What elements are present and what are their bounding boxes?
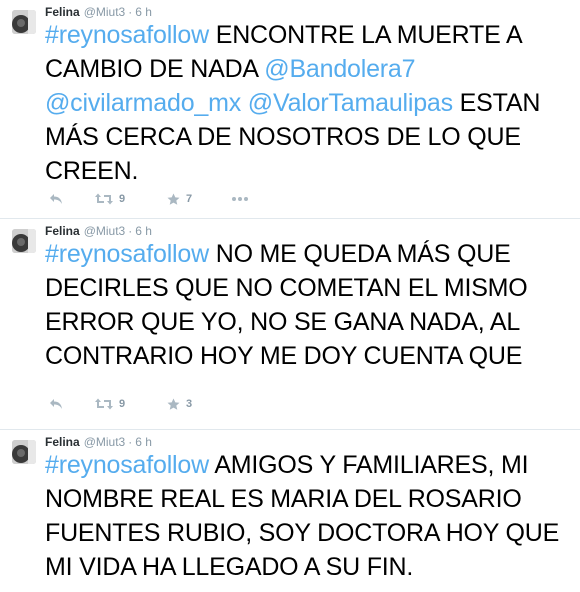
retweet-button[interactable]: 9 xyxy=(95,189,125,209)
star-icon xyxy=(167,193,180,205)
user-handle[interactable]: @Miut3 xyxy=(84,435,126,449)
favorite-button[interactable]: 7 xyxy=(167,189,192,209)
reply-button[interactable] xyxy=(49,189,63,209)
tweet-text-segment xyxy=(241,89,248,117)
reply-icon xyxy=(50,399,62,409)
separator: · xyxy=(128,224,133,238)
reply-button[interactable] xyxy=(49,394,63,414)
user-fullname[interactable]: Felina xyxy=(45,224,80,238)
star-icon xyxy=(167,398,180,410)
user-handle[interactable]: @Miut3 xyxy=(84,5,126,19)
avatar[interactable] xyxy=(12,10,36,34)
more-icon xyxy=(232,197,248,201)
tweet-text: #reynosafollow ENCONTRE LA MUERTE A CAMB… xyxy=(45,18,565,188)
favorite-count: 7 xyxy=(186,193,193,205)
retweet-icon xyxy=(95,193,113,205)
favorite-count: 3 xyxy=(186,398,193,410)
retweet-count: 9 xyxy=(119,398,126,410)
separator: · xyxy=(128,435,133,449)
tweet: Felina @Miut3 · 6 h #reynosafollow AMIGOS Y… xyxy=(0,430,580,592)
hashtag-link[interactable]: #reynosafollow xyxy=(45,21,209,49)
avatar-image xyxy=(12,440,36,464)
reply-icon xyxy=(50,194,62,204)
timestamp[interactable]: 6 h xyxy=(135,5,152,19)
hashtag-link[interactable]: #reynosafollow xyxy=(45,451,209,479)
tweet-timeline: Felina @Miut3 · 6 h #reynosafollow ENCONTRE… xyxy=(0,0,580,592)
retweet-button[interactable]: 9 xyxy=(95,394,125,414)
more-button[interactable] xyxy=(231,189,249,209)
hashtag-link[interactable]: #reynosafollow xyxy=(45,240,209,268)
mention-link[interactable]: @Bandolera7 xyxy=(264,55,415,83)
tweet: Felina @Miut3 · 6 h #reynosafollow NO ME QU… xyxy=(0,219,580,430)
tweet: Felina @Miut3 · 6 h #reynosafollow ENCONTRE… xyxy=(0,0,580,219)
timestamp[interactable]: 6 h xyxy=(135,435,152,449)
tweet-text: #reynosafollow NO ME QUEDA MÁS QUE DECIR… xyxy=(45,237,565,373)
user-fullname[interactable]: Felina xyxy=(45,435,80,449)
avatar[interactable] xyxy=(12,440,36,464)
timestamp[interactable]: 6 h xyxy=(135,224,152,238)
mention-link[interactable]: @civilarmado_mx xyxy=(45,89,241,117)
avatar-image xyxy=(12,229,36,253)
avatar[interactable] xyxy=(12,229,36,253)
retweet-count: 9 xyxy=(119,193,126,205)
separator: · xyxy=(128,5,133,19)
tweet-text: #reynosafollow AMIGOS Y FAMILIARES, MI N… xyxy=(45,448,565,584)
favorite-button[interactable]: 3 xyxy=(167,394,192,414)
avatar-image xyxy=(12,10,36,34)
user-handle[interactable]: @Miut3 xyxy=(84,224,126,238)
retweet-icon xyxy=(95,398,113,410)
user-fullname[interactable]: Felina xyxy=(45,5,80,19)
mention-link[interactable]: @ValorTamaulipas xyxy=(248,89,453,117)
